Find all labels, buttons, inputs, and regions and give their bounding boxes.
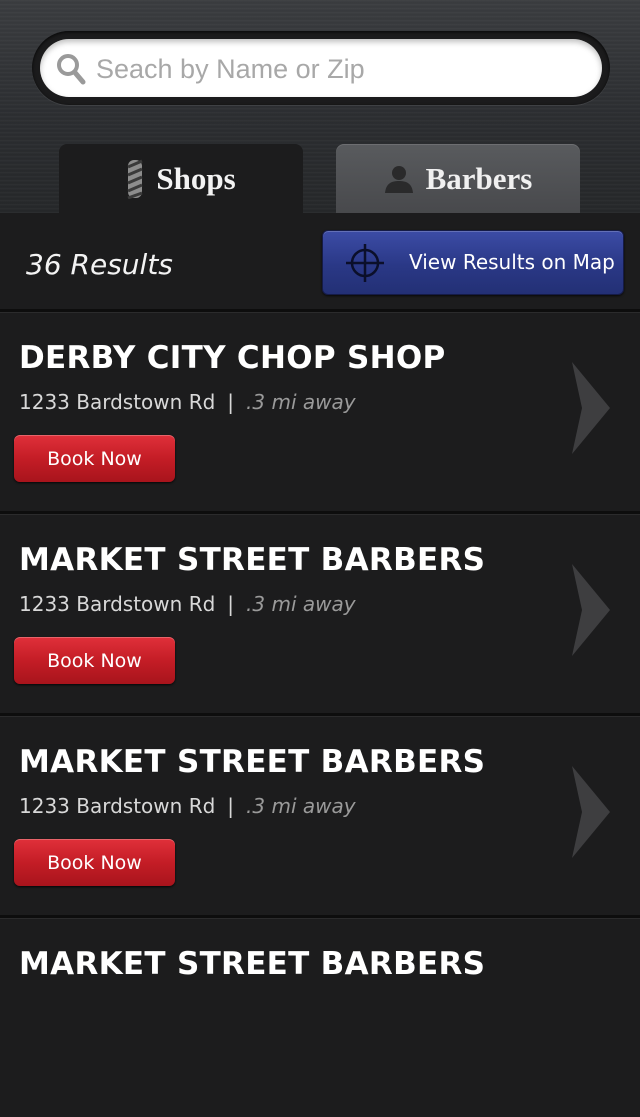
list-item[interactable]: DERBY CITY CHOP SHOP 1233 Bardstown Rd |.… [0, 309, 640, 511]
chevron-right-icon[interactable] [568, 764, 614, 860]
list-item[interactable]: MARKET STREET BARBERS 1233 Bardstown Rd |… [0, 511, 640, 713]
list-item[interactable]: MARKET STREET BARBERS [0, 915, 640, 1117]
shop-distance: .3 mi away [246, 390, 356, 414]
book-now-button[interactable]: Book Now [14, 435, 175, 482]
list-item[interactable]: MARKET STREET BARBERS 1233 Bardstown Rd |… [0, 713, 640, 915]
barber-pole-icon [127, 159, 143, 199]
chevron-right-icon[interactable] [568, 360, 614, 456]
results-count: 36 Results [26, 248, 173, 281]
shop-address-line: 1233 Bardstown Rd | .3 mi away [19, 390, 356, 414]
chevron-right-icon[interactable] [568, 562, 614, 658]
crosshair-icon [346, 244, 384, 282]
address-separator: | [227, 794, 235, 818]
shop-name: DERBY CITY CHOP SHOP [19, 340, 446, 376]
search-input[interactable] [96, 47, 586, 91]
shop-list: DERBY CITY CHOP SHOP 1233 Bardstown Rd |.… [0, 309, 640, 1117]
address-separator: | [227, 390, 235, 414]
search-icon [57, 54, 86, 85]
map-button-label: View Results on Map [409, 250, 615, 274]
shop-address-line: 1233 Bardstown Rd | .3 mi away [19, 592, 356, 616]
shop-name: MARKET STREET BARBERS [19, 946, 486, 982]
shop-address: 1233 Bardstown Rd [19, 592, 216, 616]
view-results-on-map-button[interactable]: View Results on Map [322, 230, 624, 295]
book-now-button[interactable]: Book Now [14, 839, 175, 886]
tab-shops[interactable]: Shops [59, 144, 303, 213]
shop-distance: .3 mi away [246, 794, 356, 818]
book-now-button[interactable]: Book Now [14, 637, 175, 684]
shop-distance: .3 mi away [246, 592, 356, 616]
shop-address: 1233 Bardstown Rd [19, 794, 216, 818]
shop-address-line: 1233 Bardstown Rd | .3 mi away [19, 794, 356, 818]
shop-name: MARKET STREET BARBERS [19, 542, 486, 578]
tab-barbers-label: Barbers [425, 160, 533, 196]
shop-address: 1233 Bardstown Rd [19, 390, 216, 414]
person-icon [384, 165, 413, 193]
tab-barbers[interactable]: Barbers [336, 144, 580, 213]
shop-name: MARKET STREET BARBERS [19, 744, 486, 780]
tab-shops-label: Shops [156, 160, 236, 196]
address-separator: | [227, 592, 235, 616]
